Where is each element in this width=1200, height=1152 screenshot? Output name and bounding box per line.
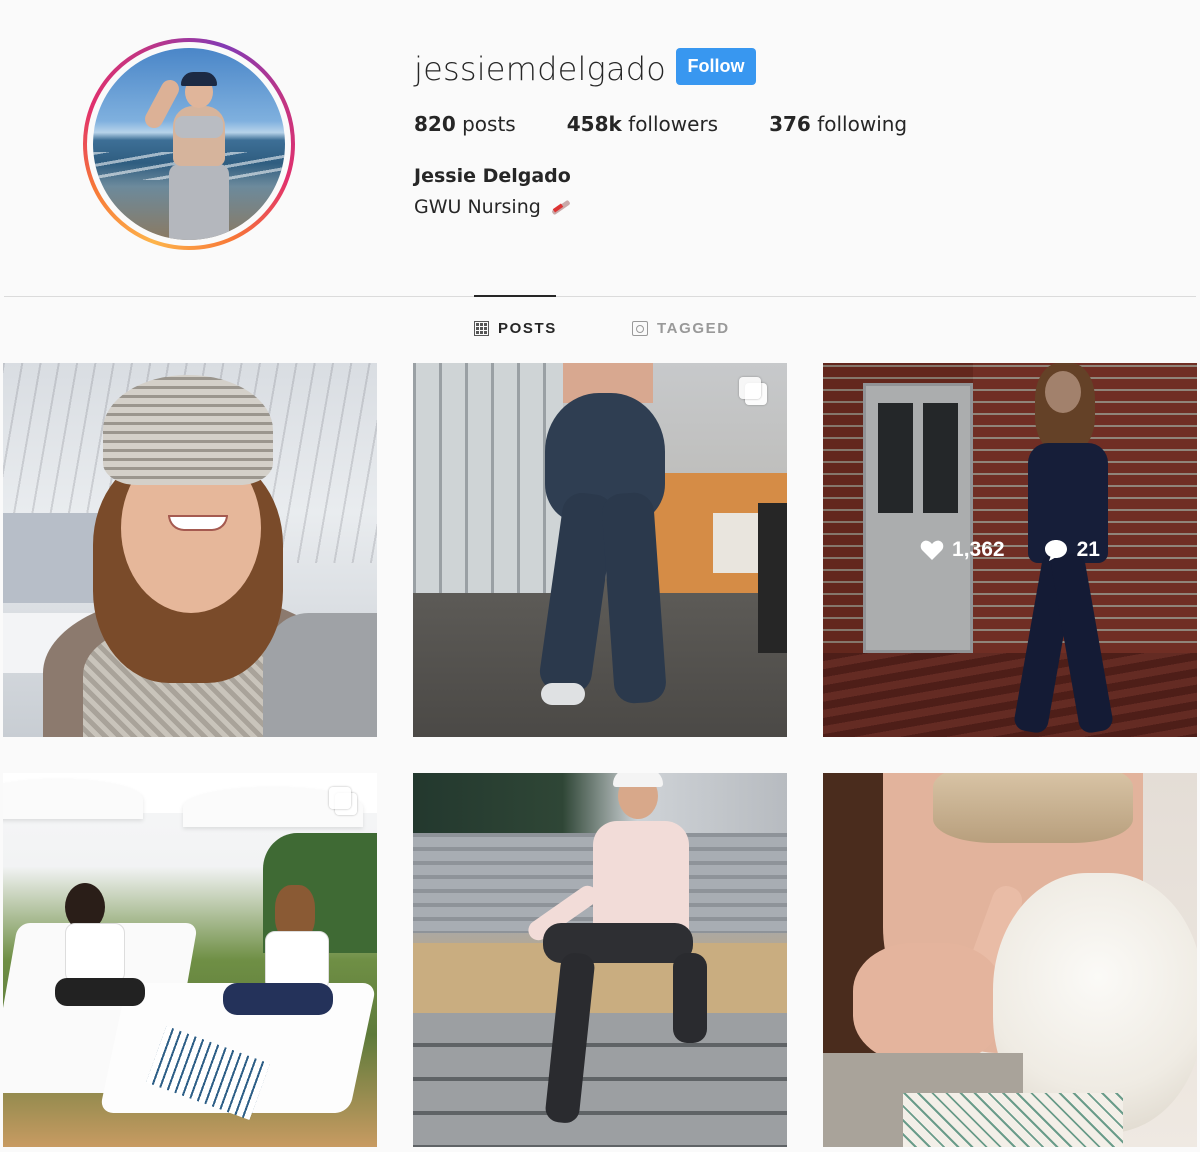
profile-stats: 820 posts 458k followers 376 following [414,112,958,136]
posts-label: posts [462,112,516,136]
comments-count: 21 [1076,538,1100,561]
multiple-photos-icon [739,377,769,407]
profile-username: jessiemdelgado [414,50,667,88]
follow-button[interactable]: Follow [676,48,756,85]
followers-label: followers [628,112,719,136]
avatar-image [93,48,285,240]
post-thumbnail[interactable] [3,363,377,737]
syringe-icon [549,199,573,216]
post-thumbnail[interactable] [823,773,1197,1147]
tabs-divider [4,296,1196,297]
followers-count: 458k [566,112,622,136]
post-hover-overlay: 1,362 21 [823,363,1197,737]
grid-icon [474,321,489,336]
tab-tagged-label: TAGGED [657,320,730,337]
tab-posts-label: POSTS [498,320,557,337]
following-count: 376 [769,112,811,136]
profile-page: jessiemdelgado Follow 820 posts 458k fol… [0,0,1200,1152]
multiple-photos-icon [329,787,359,817]
comments-stat: 21 [1043,538,1100,562]
profile-avatar[interactable] [83,38,295,250]
tab-posts[interactable]: POSTS [474,320,557,337]
profile-bio: GWU Nursing [414,196,573,218]
heart-icon [920,540,944,560]
stat-following[interactable]: 376 following [769,112,907,136]
post-thumbnail[interactable] [413,773,787,1147]
likes-count: 1,362 [952,538,1005,561]
bio-text: GWU Nursing [414,196,541,218]
stat-followers[interactable]: 458k followers [567,112,718,136]
tab-tagged[interactable]: TAGGED [632,320,730,337]
tag-icon [632,321,648,336]
following-label: following [817,112,908,136]
likes-stat: 1,362 [920,538,1005,562]
profile-full-name: Jessie Delgado [414,165,571,187]
post-thumbnail[interactable]: 1,362 21 [823,363,1197,737]
post-thumbnail[interactable] [3,773,377,1147]
stat-posts: 820 posts [414,112,516,136]
active-tab-indicator [474,295,556,297]
post-thumbnail[interactable] [413,363,787,737]
posts-count: 820 [414,112,456,136]
comment-icon [1044,540,1067,561]
